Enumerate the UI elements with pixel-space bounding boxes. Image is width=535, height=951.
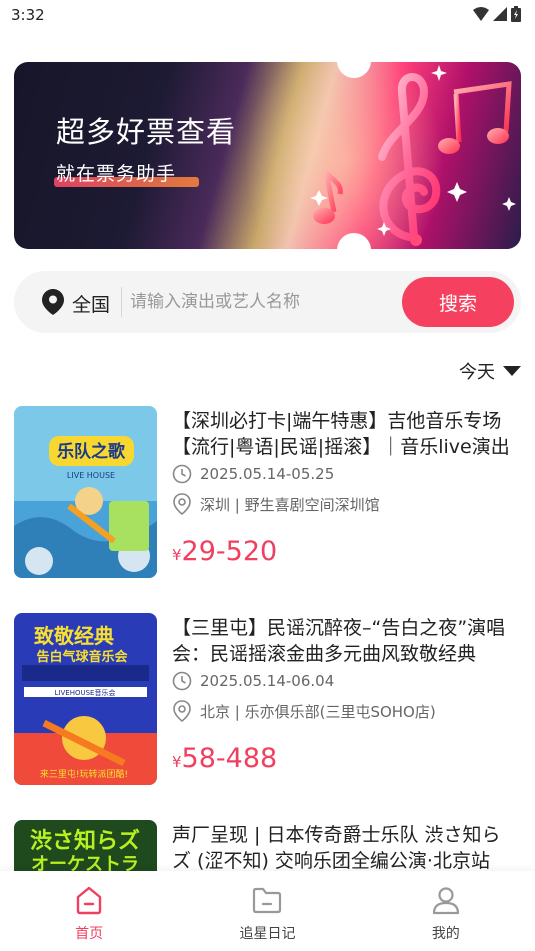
price-currency: ¥	[172, 546, 182, 564]
search-button[interactable]: 搜索	[402, 277, 514, 327]
bottom-nav: 首页 追星日记 我的	[0, 871, 535, 951]
date-filter-dropdown[interactable]: 今天	[459, 358, 521, 384]
search-bar: 全国 搜索	[14, 271, 521, 333]
location-pin-icon	[173, 700, 191, 722]
poster-title: 渋さ知らズ	[30, 828, 140, 854]
event-title[interactable]: 【深圳必打卡|端午特惠】吉他音乐专场【流行|粤语|民谣|摇滚】｜音乐live演出	[172, 408, 517, 460]
event-price: ¥29-520	[172, 536, 277, 567]
event-title[interactable]: 【三里屯】民谣沉醉夜–“告白之夜”演唱会：民谣摇滚金曲多元曲风致敬经典	[172, 615, 517, 667]
home-icon	[76, 886, 102, 915]
nav-profile[interactable]: 我的	[357, 871, 535, 951]
location-pin-icon[interactable]	[42, 289, 64, 315]
event-card[interactable]: 致敬经典 告白气球音乐会 LIVEHOUSE音乐会 来三里屯!玩转派团酷! 【三…	[14, 613, 521, 785]
nav-home-label: 首页	[75, 926, 104, 942]
location-selector[interactable]: 全国	[72, 290, 110, 317]
event-venue: 北京 | 乐亦俱乐部(三里屯SOHO店)	[200, 702, 436, 721]
svg-text:来三里屯!玩转派团酷!: 来三里屯!玩转派团酷!	[40, 768, 128, 780]
event-poster[interactable]: 致敬经典 告白气球音乐会 LIVEHOUSE音乐会 来三里屯!玩转派团酷!	[14, 613, 157, 785]
event-venue-row: 北京 | 乐亦俱乐部(三里屯SOHO店)	[172, 700, 436, 722]
signal-icon	[493, 7, 507, 21]
wifi-icon	[473, 7, 489, 21]
svg-text:LIVEHOUSE音乐会: LIVEHOUSE音乐会	[55, 688, 116, 697]
poster-image: 乐队之歌 LIVE HOUSE	[14, 406, 157, 578]
location-pin-icon	[173, 493, 191, 515]
search-input[interactable]	[130, 283, 400, 321]
folder-icon	[253, 887, 282, 914]
user-icon	[432, 887, 459, 915]
poster-title: 致敬经典	[34, 624, 114, 648]
clock-icon	[172, 464, 192, 484]
status-bar: 3:32	[0, 0, 535, 30]
event-date-row: 2025.05.14-06.04	[172, 671, 334, 691]
price-currency: ¥	[172, 753, 182, 771]
date-filter-label: 今天	[459, 362, 495, 383]
clock-icon	[172, 671, 192, 691]
event-price: ¥58-488	[172, 743, 277, 774]
price-range: 29-520	[181, 536, 278, 567]
event-title[interactable]: 声厂呈现 | 日本传奇爵士乐队 渋さ知らズ (涩不知) 交响乐团全编公演·北京站	[172, 822, 517, 871]
event-date-row: 2025.05.14-05.25	[172, 464, 334, 484]
nav-star-diary-label: 追星日记	[239, 926, 296, 942]
status-time: 3:32	[11, 6, 45, 24]
svg-text:オーケストラ: オーケストラ	[31, 854, 139, 871]
event-date: 2025.05.14-05.25	[200, 465, 335, 483]
music-notes-illustration	[310, 65, 516, 246]
search-divider	[121, 287, 122, 317]
status-icons	[473, 6, 521, 22]
nav-home[interactable]: 首页	[0, 871, 178, 951]
event-poster[interactable]: 渋さ知らズ オーケストラ	[14, 820, 157, 871]
svg-text:告白气球音乐会: 告白气球音乐会	[36, 649, 128, 665]
promo-banner[interactable]: 超多好票查看 就在票务助手	[14, 62, 521, 249]
poster-image: 致敬经典 告白气球音乐会 LIVEHOUSE音乐会 来三里屯!玩转派团酷!	[14, 613, 157, 785]
event-poster[interactable]: 乐队之歌 LIVE HOUSE	[14, 406, 157, 578]
poster-title: 乐队之歌	[57, 441, 126, 462]
event-date: 2025.05.14-06.04	[200, 672, 335, 690]
nav-profile-label: 我的	[431, 926, 460, 942]
nav-star-diary[interactable]: 追星日记	[178, 871, 356, 951]
event-venue: 深圳 | 野生喜剧空间深圳馆	[200, 495, 380, 514]
battery-icon	[511, 6, 521, 22]
event-venue-row: 深圳 | 野生喜剧空间深圳馆	[172, 493, 380, 515]
svg-text:LIVE HOUSE: LIVE HOUSE	[67, 471, 115, 480]
event-card[interactable]: 渋さ知らズ オーケストラ 声厂呈现 | 日本传奇爵士乐队 渋さ知らズ (涩不知)…	[14, 820, 521, 871]
banner-title: 超多好票查看	[56, 115, 237, 149]
banner-subtitle: 就在票务助手	[56, 163, 177, 185]
price-range: 58-488	[181, 743, 278, 774]
poster-image: 渋さ知らズ オーケストラ	[14, 820, 157, 871]
event-card[interactable]: 乐队之歌 LIVE HOUSE 【深圳必打卡|端午特惠】吉他音乐专场【流行|粤语…	[14, 406, 521, 578]
caret-down-icon	[503, 366, 521, 376]
